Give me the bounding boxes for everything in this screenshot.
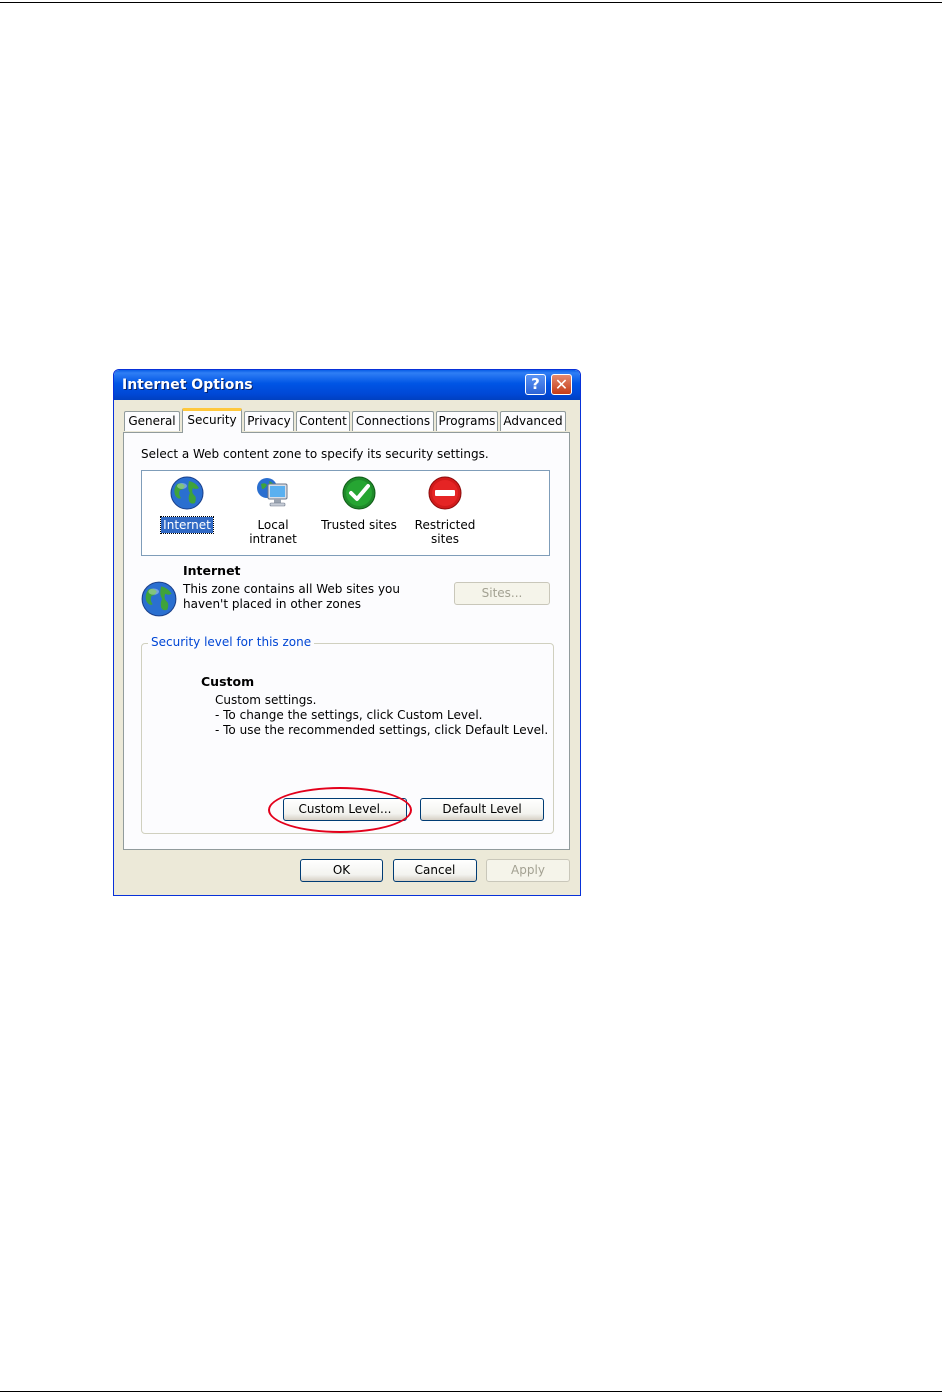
tab-privacy[interactable]: Privacy bbox=[244, 411, 294, 431]
description-line: haven't placed in other zones bbox=[183, 597, 362, 611]
security-level-group: Security level for this zone Custom Cust… bbox=[141, 635, 554, 834]
tab-security[interactable]: Security bbox=[182, 408, 242, 433]
tab-programs[interactable]: Programs bbox=[436, 411, 498, 431]
tab-strip: General Security Privacy Content Connect… bbox=[124, 408, 568, 434]
zone-trusted-sites[interactable]: Trusted sites bbox=[316, 475, 402, 533]
default-level-button[interactable]: Default Level bbox=[420, 798, 544, 821]
monitor-globe-icon bbox=[257, 478, 288, 507]
zone-list: Internet Local intranet Trusted sites Re… bbox=[141, 470, 550, 556]
zone-local-intranet[interactable]: Local intranet bbox=[230, 475, 316, 547]
zone-label: Restricted sites bbox=[414, 518, 476, 546]
security-level-description: Custom settings. - To change the setting… bbox=[215, 693, 548, 738]
description-line: - To use the recommended settings, click… bbox=[215, 723, 549, 737]
cancel-button[interactable]: Cancel bbox=[393, 859, 477, 882]
zone-label: Internet bbox=[160, 516, 214, 534]
tab-content[interactable]: Content bbox=[296, 411, 350, 431]
zone-label: Local intranet bbox=[249, 518, 297, 546]
zone-restricted-sites[interactable]: Restricted sites bbox=[402, 475, 488, 547]
selected-zone-description: This zone contains all Web sites you hav… bbox=[183, 582, 413, 612]
check-icon bbox=[342, 476, 376, 510]
security-level-label: Security level for this zone bbox=[148, 635, 315, 649]
ok-button[interactable]: OK bbox=[300, 859, 383, 882]
help-button[interactable]: ? bbox=[525, 374, 546, 395]
tab-connections[interactable]: Connections bbox=[352, 411, 434, 431]
title-bar[interactable]: Internet Options ? ✕ bbox=[114, 370, 580, 400]
tab-general[interactable]: General bbox=[124, 411, 180, 431]
dialog-title: Internet Options bbox=[122, 377, 253, 393]
page-bottom-rule bbox=[0, 1391, 942, 1392]
security-level-name: Custom bbox=[201, 674, 255, 689]
no-entry-icon bbox=[428, 476, 462, 510]
selected-zone-name: Internet bbox=[183, 563, 241, 578]
description-line: - To change the settings, click Custom L… bbox=[215, 708, 483, 722]
zone-internet[interactable]: Internet bbox=[144, 475, 230, 534]
internet-zone-globe-icon bbox=[141, 581, 177, 617]
description-line: Custom settings. bbox=[215, 693, 317, 707]
internet-options-dialog: Internet Options ? ✕ General Security Pr… bbox=[113, 369, 581, 896]
tab-advanced[interactable]: Advanced bbox=[500, 411, 566, 431]
zone-label: Trusted sites bbox=[321, 518, 397, 532]
sites-button[interactable]: Sites... bbox=[454, 582, 550, 605]
security-tab-panel: Select a Web content zone to specify its… bbox=[123, 432, 570, 850]
close-button[interactable]: ✕ bbox=[551, 374, 572, 395]
custom-level-button[interactable]: Custom Level... bbox=[283, 798, 407, 821]
description-line: This zone contains all Web sites you bbox=[183, 582, 400, 596]
zone-instructions: Select a Web content zone to specify its… bbox=[141, 447, 489, 461]
apply-button[interactable]: Apply bbox=[486, 859, 570, 882]
globe-icon bbox=[170, 476, 204, 510]
page-top-rule bbox=[0, 2, 942, 3]
